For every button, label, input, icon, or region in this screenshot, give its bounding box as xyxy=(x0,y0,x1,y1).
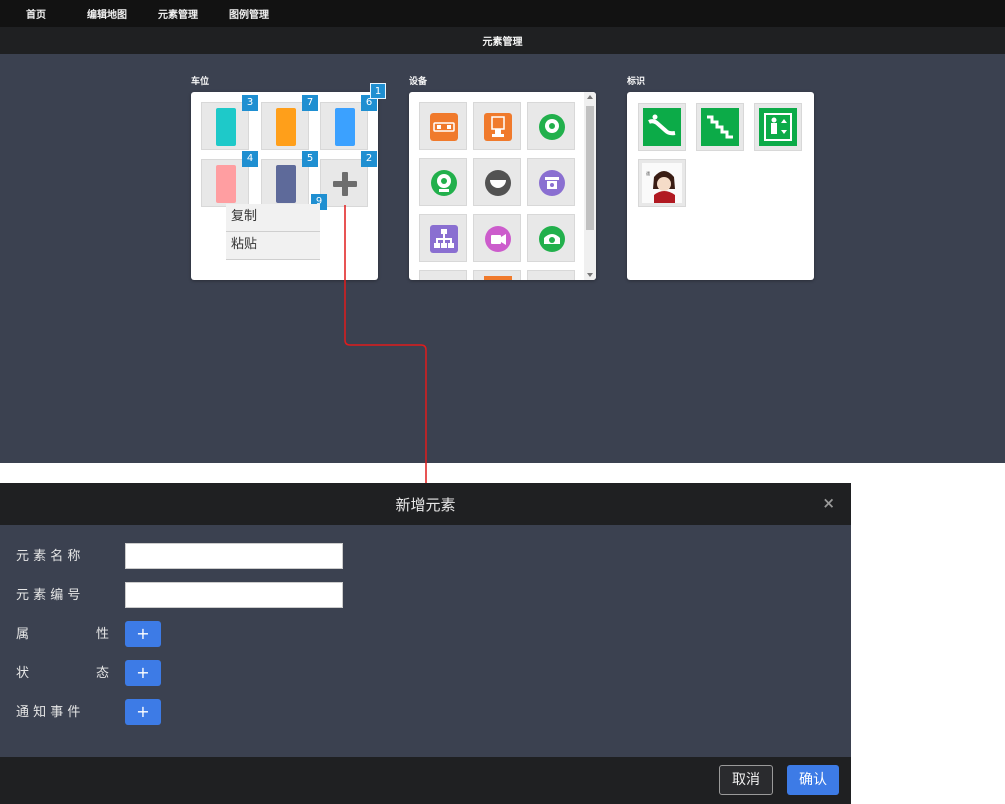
name-label: 元 素 名 称 xyxy=(16,549,81,564)
escalator-sign-icon xyxy=(643,108,681,146)
notify-label: 通 知 事 件 xyxy=(16,705,81,720)
section-label-parking: 车位 xyxy=(191,77,210,87)
nav-home[interactable]: 首页 xyxy=(26,6,46,21)
dome-camera-icon xyxy=(485,170,511,196)
device-tile[interactable] xyxy=(527,270,575,280)
page-title: 元素管理 xyxy=(482,37,523,48)
element-name-input[interactable] xyxy=(125,543,343,569)
page-titlebar: 元素管理 xyxy=(0,27,1005,55)
dialog-header: 新增元素 × xyxy=(0,483,851,525)
devices-panel xyxy=(409,92,596,280)
devices-scrollbar[interactable] xyxy=(584,92,596,280)
parking-badge: 7 xyxy=(302,95,318,111)
device-tile[interactable] xyxy=(473,158,521,206)
avatar-sticker-icon: 遇 xyxy=(642,163,682,203)
box-camera-icon xyxy=(539,170,565,196)
add-notify-event-button[interactable]: + xyxy=(125,699,161,725)
parking-panel: 3 7 6 4 5 2 9 复制 粘贴 xyxy=(191,92,378,280)
device-tile[interactable] xyxy=(527,158,575,206)
parking-spot-cyan-icon xyxy=(216,108,236,146)
sign-tile[interactable] xyxy=(754,103,802,151)
state-label-start: 状 xyxy=(16,666,30,681)
parking-badge: 4 xyxy=(242,151,258,167)
nav-edit-map[interactable]: 编辑地图 xyxy=(87,6,127,21)
sign-tile[interactable] xyxy=(696,103,744,151)
network-icon xyxy=(430,225,458,253)
scroll-down-icon[interactable] xyxy=(587,273,593,277)
parking-badge: 5 xyxy=(302,151,318,167)
context-menu: 复制 粘贴 xyxy=(226,204,320,260)
device-tile[interactable] xyxy=(419,270,467,280)
device-tile[interactable] xyxy=(419,102,467,150)
code-label: 元 素 编 号 xyxy=(16,588,81,603)
element-code-input[interactable] xyxy=(125,582,343,608)
attribute-label-start: 属 xyxy=(16,627,30,642)
menu-item-copy[interactable]: 复制 xyxy=(226,204,320,232)
sign-tile[interactable]: 遇 xyxy=(638,159,686,207)
webcam-icon xyxy=(431,170,457,196)
parking-spot-blue-icon xyxy=(335,108,355,146)
attribute-label-end: 性 xyxy=(96,627,110,642)
scroll-up-icon[interactable] xyxy=(587,95,593,99)
parking-spot-slate-icon xyxy=(276,165,296,203)
device-tile[interactable] xyxy=(473,270,521,280)
payment-kiosk-icon xyxy=(484,113,512,141)
video-camera-icon xyxy=(485,226,511,252)
section-label-signs: 标识 xyxy=(627,77,646,87)
cancel-button[interactable]: 取消 xyxy=(719,765,773,795)
parking-badge: 2 xyxy=(361,151,377,167)
signs-panel: 遇 xyxy=(627,92,814,280)
sticker-text: 遇 xyxy=(646,170,650,176)
close-icon[interactable]: × xyxy=(822,494,835,512)
add-attribute-button[interactable]: + xyxy=(125,621,161,647)
device-tile[interactable] xyxy=(419,158,467,206)
parking-badge: 1 xyxy=(370,83,386,99)
section-label-devices: 设备 xyxy=(409,77,428,87)
state-label-end: 态 xyxy=(96,666,110,681)
parking-spot-pink-icon xyxy=(216,165,236,203)
nav-element-management[interactable]: 元素管理 xyxy=(158,6,198,21)
sign-tile[interactable] xyxy=(638,103,686,151)
camera-sensor-icon xyxy=(539,114,565,140)
nav-legend-management[interactable]: 图例管理 xyxy=(229,6,269,21)
dialog-footer: 取消 确认 xyxy=(0,757,851,804)
parking-badge: 3 xyxy=(242,95,258,111)
add-state-button[interactable]: + xyxy=(125,660,161,686)
scroll-thumb[interactable] xyxy=(586,106,594,230)
elevator-sign-icon xyxy=(759,108,797,146)
top-nav: 首页 编辑地图 元素管理 图例管理 xyxy=(0,0,1005,27)
parking-spot-orange-icon xyxy=(276,108,296,146)
device-tile[interactable] xyxy=(527,214,575,262)
confirm-button[interactable]: 确认 xyxy=(787,765,839,795)
stairs-sign-icon xyxy=(701,108,739,146)
device-tile[interactable] xyxy=(527,102,575,150)
menu-item-paste[interactable]: 粘贴 xyxy=(226,232,320,260)
device-tile[interactable] xyxy=(473,214,521,262)
device-tile[interactable] xyxy=(473,102,521,150)
device-tile[interactable] xyxy=(419,214,467,262)
dialog-body: 元 素 名 称 元 素 编 号 属 性 + 状 态 + 通 知 事 件 + xyxy=(0,525,851,757)
card-reader-icon xyxy=(430,113,458,141)
dialog-title: 新增元素 xyxy=(395,496,456,514)
plus-icon xyxy=(333,172,357,196)
guidance-camera-icon xyxy=(539,226,565,252)
